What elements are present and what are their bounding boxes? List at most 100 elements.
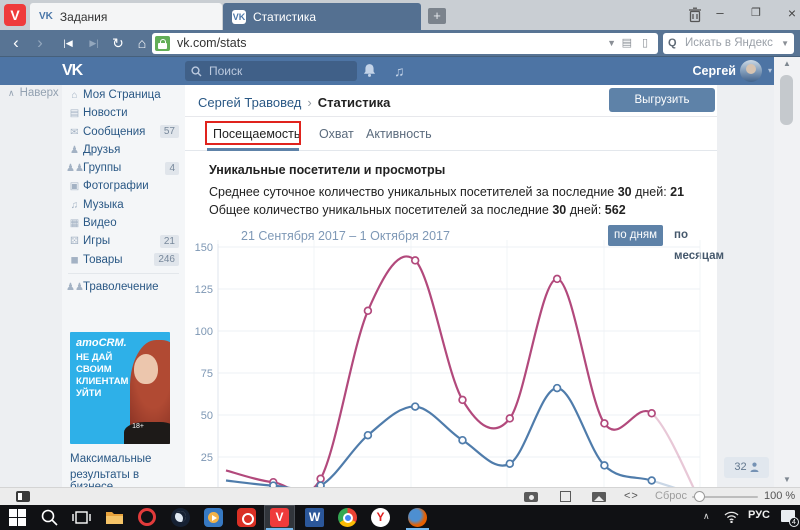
task-view-icon[interactable]: [72, 508, 91, 527]
online-count: 32: [734, 461, 746, 473]
yandex-browser-icon[interactable]: Y: [371, 508, 390, 527]
sidebar-item-1[interactable]: ▤Новости: [62, 104, 185, 122]
scroll-down-arrow[interactable]: ▼: [774, 473, 800, 487]
panel-toggle-icon[interactable]: [16, 491, 30, 502]
sidebar-item-label: Товары: [83, 254, 123, 266]
music-note-icon[interactable]: ♫: [394, 57, 405, 85]
start-button[interactable]: [8, 508, 27, 527]
stats-content-card: Сергей Травовед›Статистика Выгрузить ста…: [185, 85, 717, 487]
url-text[interactable]: vk.com/stats: [177, 33, 246, 54]
address-bar[interactable]: vk.com/stats ▼ ▤ ▯: [152, 33, 658, 54]
avatar[interactable]: [740, 60, 762, 82]
sidebar-item-9[interactable]: ◼Товары246: [62, 251, 185, 269]
export-statistics-button[interactable]: Выгрузить статистику: [609, 88, 715, 112]
closed-tabs-trash-icon[interactable]: [688, 7, 702, 23]
url-dropdown-caret-icon[interactable]: ▼: [607, 33, 616, 54]
sidebar-item-label: Новости: [83, 107, 128, 119]
scroll-up-arrow[interactable]: ▲: [774, 57, 800, 71]
yandex-search-field[interactable]: Q Искать в Яндекс ▼: [663, 33, 794, 54]
ad-image[interactable]: amoCRM. НЕ ДАЙ СВОИМ КЛИЕНТАМ УЙТИ 18+: [70, 332, 170, 444]
svg-text:50: 50: [201, 410, 213, 422]
back-to-top-link[interactable]: ∧Наверх: [8, 87, 59, 99]
reader-view-icon[interactable]: ▤: [622, 33, 632, 54]
zoom-level: 100 %: [764, 488, 795, 505]
window-minimize-button[interactable]: –: [706, 2, 734, 24]
sidebar-item-0[interactable]: ⌂Моя Страница: [62, 86, 185, 104]
notifications-bell-icon[interactable]: [362, 63, 377, 81]
fast-forward-button[interactable]: ▶|: [82, 30, 106, 56]
forward-button[interactable]: ›: [30, 30, 50, 56]
tile-windows-icon[interactable]: [560, 491, 571, 502]
bookmark-icon[interactable]: ▯: [642, 33, 648, 54]
zoom-slider-knob[interactable]: [694, 491, 705, 502]
vk-logo[interactable]: VK: [62, 57, 82, 85]
browser-window: V VK Задания VK Статистика + – ❐ × ‹ › |…: [0, 0, 800, 530]
home-button[interactable]: ⌂: [132, 30, 152, 56]
sidebar-item-label: Сообщения: [83, 126, 145, 138]
breadcrumb-user-link[interactable]: Сергей Травовед: [198, 95, 301, 110]
breadcrumb-separator: ›: [301, 95, 317, 110]
sidebar-separator: [68, 273, 179, 274]
sidebar-item-3[interactable]: ♟Друзья: [62, 141, 185, 159]
browser-tab-zadaniya[interactable]: VK Задания: [30, 3, 222, 30]
sidebar-item-4[interactable]: ♟♟Группы4: [62, 159, 185, 177]
sidebar-item-icon: ♫: [66, 197, 83, 215]
ad-caption-link[interactable]: Максимальные: [70, 453, 151, 465]
sidebar-item-6[interactable]: ♫Музыка: [62, 196, 185, 214]
ssl-lock-icon[interactable]: [155, 36, 170, 51]
sidebar-item-5[interactable]: ▣Фотографии: [62, 177, 185, 195]
capture-camera-icon[interactable]: [524, 492, 538, 502]
window-maximize-button[interactable]: ❐: [742, 2, 770, 24]
zoom-reset-button[interactable]: Сброс: [655, 488, 687, 505]
window-close-button[interactable]: ×: [778, 2, 800, 24]
sidebar-item-label: Видео: [83, 217, 117, 229]
vk-search-input[interactable]: Поиск: [185, 61, 357, 81]
word-icon[interactable]: W: [305, 508, 324, 527]
user-menu-caret-icon[interactable]: ▾: [768, 57, 772, 85]
recorder-app-icon[interactable]: [237, 508, 256, 527]
scrollbar-thumb[interactable]: [780, 75, 793, 125]
divider: [185, 116, 717, 117]
tab-reach[interactable]: Охват: [319, 123, 354, 145]
moon-app-icon[interactable]: [171, 508, 190, 527]
online-friends-badge[interactable]: 32: [724, 457, 769, 478]
browser-tab-statistika-active[interactable]: VK Статистика: [223, 3, 421, 30]
sidebar-item-icon: ⚄: [66, 233, 83, 251]
sidebar-item-2[interactable]: ✉Сообщения57: [62, 123, 185, 141]
vk-sidebar: ⌂Моя Страница▤Новости✉Сообщения57♟Друзья…: [62, 85, 185, 487]
media-player-icon[interactable]: [204, 508, 223, 527]
svg-text:125: 125: [195, 284, 213, 296]
firefox-icon[interactable]: [408, 508, 427, 527]
language-indicator[interactable]: РУС: [748, 509, 770, 521]
sidebar-item-7[interactable]: ▦Видео: [62, 214, 185, 232]
opera-icon[interactable]: [138, 508, 156, 526]
sidebar-item-icon: ◼: [66, 252, 83, 270]
vivaldi-taskbar-icon[interactable]: V: [270, 508, 289, 527]
chrome-icon[interactable]: [338, 508, 357, 527]
sidebar-item-label: Друзья: [83, 144, 120, 156]
ad-text: КЛИЕНТАМ: [76, 376, 128, 387]
search-icon: [191, 66, 202, 77]
page-actions-icon[interactable]: <>: [624, 488, 639, 505]
new-tab-button[interactable]: +: [428, 8, 446, 24]
user-name[interactable]: Сергей: [693, 57, 736, 85]
scrollbar[interactable]: ▲ ▼: [774, 57, 800, 487]
wifi-icon[interactable]: [724, 511, 739, 526]
search-dropdown-caret-icon[interactable]: ▼: [781, 33, 789, 54]
sidebar-item-icon: ♟♟: [66, 279, 83, 297]
tray-expand-chevron-icon[interactable]: ∧: [703, 511, 710, 522]
vivaldi-menu-button[interactable]: V: [4, 4, 26, 26]
reload-button[interactable]: ↻: [108, 30, 128, 56]
tab-activity[interactable]: Активность: [366, 123, 432, 145]
sidebar-item-8[interactable]: ⚄Игры21: [62, 232, 185, 250]
taskbar-search-icon[interactable]: [40, 508, 59, 527]
file-explorer-icon[interactable]: [105, 508, 124, 527]
ad-text: НЕ ДАЙ: [76, 352, 112, 363]
search-engine-icon[interactable]: Q: [668, 33, 677, 54]
toggle-images-icon[interactable]: [592, 492, 606, 502]
browser-status-bar: <> Сброс 100 %: [0, 487, 800, 505]
sidebar-item-10[interactable]: ♟♟Траволечение: [62, 278, 185, 296]
vk-search-placeholder: Поиск: [209, 61, 242, 81]
back-button[interactable]: ‹: [6, 30, 26, 56]
rewind-button[interactable]: |◀: [56, 30, 80, 56]
